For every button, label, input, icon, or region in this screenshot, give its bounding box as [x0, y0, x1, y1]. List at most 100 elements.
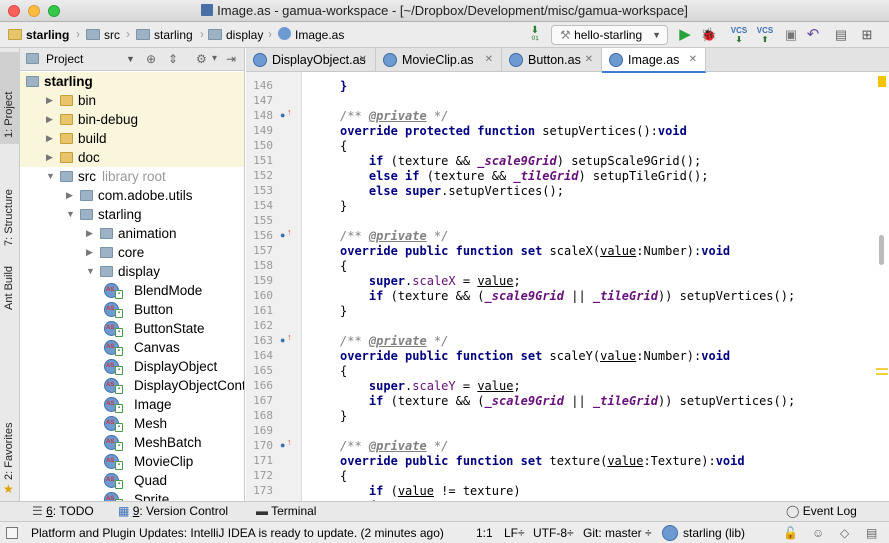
settings-icon[interactable]: ⊞: [858, 26, 876, 44]
close-window-button[interactable]: [8, 5, 20, 17]
override-arrow-icon[interactable]: ↑: [287, 107, 292, 117]
caret-position[interactable]: 1:1: [476, 522, 493, 543]
line-number[interactable]: 146: [246, 79, 273, 92]
compare-icon[interactable]: ▣: [782, 26, 800, 44]
run-configuration-select[interactable]: ⚒ hello-starling ▼: [551, 25, 668, 45]
line-number[interactable]: 166: [246, 379, 273, 392]
tree-item[interactable]: AS ▪ MeshBatch: [20, 433, 244, 452]
tree-item[interactable]: ▼starling: [20, 72, 244, 91]
tool-window-project[interactable]: 1: Project: [0, 52, 20, 144]
collapsed-arrow-icon[interactable]: ▶: [46, 129, 53, 148]
tool-window-favorites[interactable]: 2: Favorites ★: [0, 406, 20, 498]
line-number[interactable]: 148: [246, 109, 273, 122]
line-number[interactable]: 156: [246, 229, 273, 242]
line-number[interactable]: 153: [246, 184, 273, 197]
code-line[interactable]: }: [340, 199, 347, 213]
code-line[interactable]: override public function set scaleX(valu…: [340, 244, 730, 258]
vcs-update-button[interactable]: VCS ⬇: [728, 26, 750, 44]
collapsed-arrow-icon[interactable]: ▶: [46, 91, 53, 110]
code-line[interactable]: /** @private */: [340, 334, 448, 348]
breadcrumb-display[interactable]: display: [208, 27, 263, 43]
line-number[interactable]: 165: [246, 364, 273, 377]
code-line[interactable]: {: [340, 469, 347, 483]
code-line[interactable]: if (texture && (_scale9Grid || _tileGrid…: [340, 289, 795, 303]
close-icon[interactable]: ✕: [359, 48, 367, 72]
code-line[interactable]: if (texture && (_scale9Grid || _tileGrid…: [340, 394, 795, 408]
history-icon[interactable]: ▤: [832, 26, 850, 44]
override-arrow-icon[interactable]: ↑: [287, 227, 292, 237]
override-marker-icon[interactable]: ●: [280, 440, 285, 450]
line-number[interactable]: 173: [246, 484, 273, 497]
chevron-down-icon[interactable]: ▼: [126, 48, 135, 70]
line-number[interactable]: 163: [246, 334, 273, 347]
line-number[interactable]: 149: [246, 124, 273, 137]
minimize-window-button[interactable]: [28, 5, 40, 17]
project-view-select[interactable]: Project: [46, 48, 83, 70]
line-number[interactable]: 151: [246, 154, 273, 167]
tree-item[interactable]: AS ▪ MovieClip: [20, 452, 244, 471]
code-line[interactable]: if (texture && _scale9Grid) setupScale9G…: [340, 154, 701, 168]
tree-item[interactable]: ▶ bin: [20, 91, 244, 110]
code-line[interactable]: /** @private */: [340, 229, 448, 243]
warning-stripe[interactable]: [876, 368, 888, 370]
breadcrumb-file[interactable]: Image.as: [278, 27, 344, 43]
line-number[interactable]: 152: [246, 169, 273, 182]
breadcrumb-src[interactable]: src: [86, 27, 120, 43]
collapsed-arrow-icon[interactable]: ▶: [86, 243, 93, 262]
tree-item[interactable]: AS▪ DisplayObjectContainer: [20, 376, 244, 395]
override-marker-icon[interactable]: ●: [280, 230, 285, 240]
vcs-commit-button[interactable]: VCS ⬆: [754, 26, 776, 44]
line-number[interactable]: 158: [246, 259, 273, 272]
code-line[interactable]: override public function set texture(val…: [340, 454, 745, 468]
tree-item[interactable]: AS ▪ Image: [20, 395, 244, 414]
editor-scrollbar[interactable]: [873, 72, 889, 501]
code-line[interactable]: else if (texture && _tileGrid) setupTile…: [340, 169, 709, 183]
override-marker-icon[interactable]: ●: [280, 110, 285, 120]
tool-window-version-control[interactable]: ▦ 9: Version Control: [118, 502, 228, 521]
tree-item[interactable]: AS ▪ DisplayObject: [20, 357, 244, 376]
code-line[interactable]: }: [340, 409, 347, 423]
code-line[interactable]: override public function set scaleY(valu…: [340, 349, 730, 363]
zoom-window-button[interactable]: [48, 5, 60, 17]
tool-window-ant-build[interactable]: Ant Build: [0, 252, 20, 314]
close-icon[interactable]: ✕: [485, 48, 493, 72]
line-number[interactable]: 164: [246, 349, 273, 362]
code-line[interactable]: if (value != texture): [340, 484, 521, 498]
code-line[interactable]: super.scaleX = value;: [340, 274, 521, 288]
line-number[interactable]: 162: [246, 319, 273, 332]
tree-item[interactable]: AS ▪ Quad: [20, 471, 244, 490]
line-number[interactable]: 168: [246, 409, 273, 422]
tool-window-todo[interactable]: ☰ 6: TODO: [32, 502, 94, 521]
code-line[interactable]: }: [340, 79, 347, 93]
run-button[interactable]: ▶: [676, 26, 694, 44]
tree-item[interactable]: ▼starling: [20, 205, 244, 224]
breadcrumb-project[interactable]: starling: [8, 27, 69, 43]
tree-item[interactable]: ▶ doc: [20, 148, 244, 167]
collapsed-arrow-icon[interactable]: ▶: [46, 110, 53, 129]
tree-item[interactable]: ▶ build: [20, 129, 244, 148]
tool-window-terminal[interactable]: ▬ Terminal: [256, 502, 316, 521]
status-message[interactable]: Platform and Plugin Updates: IntelliJ ID…: [31, 522, 444, 543]
line-number[interactable]: 159: [246, 274, 273, 287]
line-number[interactable]: 160: [246, 289, 273, 302]
inspector-icon[interactable]: ☺: [812, 522, 824, 543]
collapse-all-icon[interactable]: ⇕: [168, 48, 178, 70]
expanded-arrow-icon[interactable]: ▼: [86, 262, 95, 281]
code-line[interactable]: {: [340, 364, 347, 378]
breadcrumb-package[interactable]: starling: [136, 27, 193, 43]
revert-icon[interactable]: ↶: [804, 26, 822, 44]
scroll-from-source-icon[interactable]: ⊕: [146, 48, 156, 70]
git-icon[interactable]: ◇: [840, 522, 849, 543]
tree-item[interactable]: AS ▪ Canvas: [20, 338, 244, 357]
tree-item[interactable]: ▶ core: [20, 243, 244, 262]
tree-item[interactable]: AS▪ Sprite: [20, 490, 244, 501]
editor-tab[interactable]: DisplayObject.as ✕: [246, 48, 376, 72]
tool-window-structure[interactable]: 7: Structure: [0, 146, 20, 250]
hide-panel-icon[interactable]: ⇥: [226, 48, 236, 70]
scrollbar-thumb[interactable]: [879, 235, 884, 265]
debug-button[interactable]: 🐞: [700, 26, 718, 44]
code-line[interactable]: /** @private */: [340, 109, 448, 123]
code-line[interactable]: override protected function setupVertice…: [340, 124, 687, 138]
tree-item[interactable]: AS ▪ BlendMode: [20, 281, 244, 300]
gear-icon[interactable]: ⚙: [196, 48, 207, 70]
